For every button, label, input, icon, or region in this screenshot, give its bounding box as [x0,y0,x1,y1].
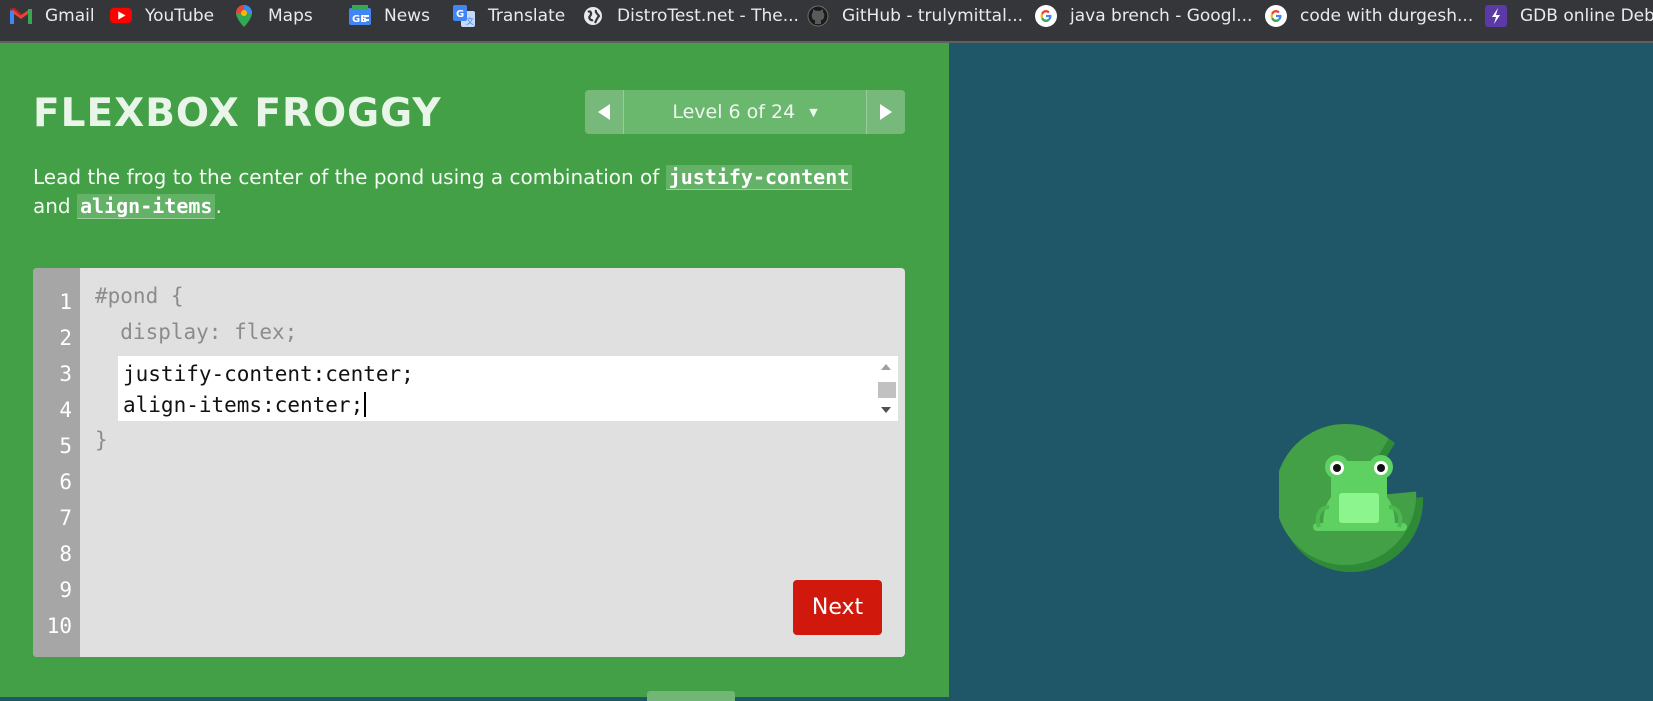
text-cursor [364,392,367,417]
bookmark-java-brench[interactable]: java brench - Googl... [1035,0,1252,31]
globe-icon [582,5,604,27]
google-icon [1035,4,1057,27]
svg-text:文: 文 [466,16,474,26]
bookmark-code-with-durgesh[interactable]: code with durgesh... [1265,0,1473,31]
scroll-up-icon[interactable] [881,364,891,370]
level-instructions: Lead the frog to the center of the pond … [33,163,883,221]
bookmark-label: java brench - Googl... [1070,5,1253,26]
settings-button-partial[interactable] [647,691,735,701]
arrow-left-icon [598,104,610,120]
bookmark-label: GitHub - trulymittal... [842,5,1024,26]
code-term-justify-content: justify-content [665,165,853,190]
bookmark-label: DistroTest.net - The... [617,5,799,26]
lilypad-frog [1279,423,1424,573]
maps-icon [233,4,255,27]
line-number-gutter: 1 2 3 4 5 6 7 8 9 10 [33,268,80,657]
scrollbar-thumb[interactable] [878,382,896,398]
gmail-icon [10,5,32,27]
svg-text:G: G [456,9,464,20]
code-term-align-items: align-items [76,194,216,219]
bookmark-gdb-online[interactable]: GDB online Debu [1485,0,1653,31]
line-number: 9 [59,578,72,602]
css-code-input[interactable]: justify-content:center; align-items:cent… [118,356,898,421]
translate-icon: G文 [453,4,475,27]
bookmark-maps[interactable]: Maps [233,0,313,31]
bookmark-label: YouTube [145,5,215,26]
gdb-icon [1485,4,1507,27]
next-level-button[interactable] [866,90,905,134]
youtube-icon [110,5,132,27]
line-number: 5 [59,434,72,458]
line-number: 8 [59,542,72,566]
scroll-down-icon[interactable] [881,407,891,413]
bookmark-label: GDB online Debu [1520,5,1653,26]
bookmark-label: Maps [268,5,313,26]
game-title: Flexbox Froggy [33,91,442,136]
bookmark-github[interactable]: GitHub - trulymittal... [807,0,1023,31]
bookmark-distrotest[interactable]: DistroTest.net - The... [582,0,799,31]
previous-level-button[interactable] [585,90,624,134]
line-number: 4 [59,398,72,422]
bookmark-news[interactable]: GE News [349,0,430,31]
news-icon: GE [349,4,371,27]
instructions-text: . [215,194,222,218]
caret-down-icon: ▼ [809,105,818,119]
level-navigation: Level 6 of 24 ▼ [585,90,905,134]
bookmark-translate[interactable]: G文 Translate [453,0,565,31]
bookmark-label: Gmail [45,5,95,26]
input-line-justify: justify-content:center; [123,362,414,386]
footer-partial [200,691,800,701]
line-number: 10 [46,614,72,638]
input-scrollbar[interactable] [874,356,898,421]
line-number: 2 [59,326,72,350]
bookmarks-bar: Gmail YouTube Maps GE News G文 Translate … [0,0,1653,43]
pond [949,43,1653,697]
next-button[interactable]: Next [793,580,882,635]
instructions-text: Lead the frog to the center of the pond … [33,165,666,189]
level-label: Level 6 of 24 [672,101,796,123]
line-number: 3 [59,362,72,386]
code-line-display: display: flex; [95,320,298,344]
code-input-content: justify-content:center; align-items:cent… [123,359,414,421]
line-number: 6 [59,470,72,494]
code-line-pond-open: #pond { [95,284,184,308]
bookmark-label: News [384,5,430,26]
css-editor: 1 2 3 4 5 6 7 8 9 10 #pond { display: fl… [33,268,905,657]
bookmark-youtube[interactable]: YouTube [110,0,214,31]
line-number: 7 [59,506,72,530]
bookmark-label: Translate [488,5,566,26]
level-indicator[interactable]: Level 6 of 24 ▼ [624,90,866,134]
code-line-pond-close: } [95,428,108,452]
bookmark-gmail[interactable]: Gmail [10,0,95,31]
google-icon [1265,4,1287,27]
arrow-right-icon [880,104,892,120]
bookmark-label: code with durgesh... [1300,5,1474,26]
instructions-text: and [33,194,77,218]
input-line-align: align-items:center; [123,393,364,417]
github-icon [807,5,829,27]
line-number: 1 [59,290,72,314]
